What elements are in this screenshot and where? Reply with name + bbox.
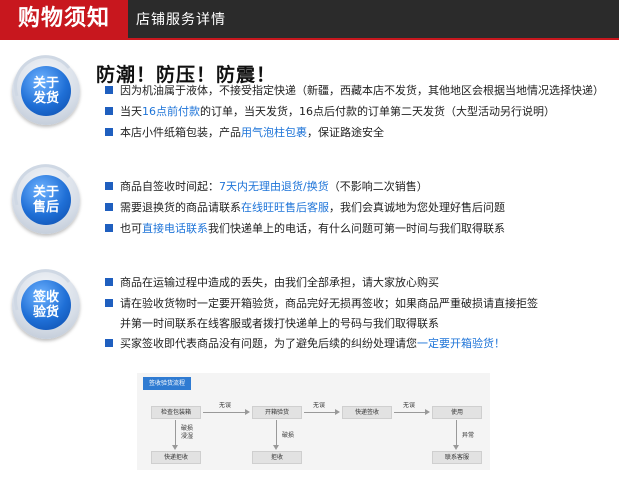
shipping-badge-line2: 发货 (32, 91, 59, 106)
inspection-badge-line1: 签收 (32, 290, 59, 305)
flow-label-abnormal: 异常 (462, 432, 475, 439)
shipping-badge-line1: 关于 (32, 76, 59, 91)
flow-box-open: 开箱验货 (252, 406, 302, 419)
after-sales-badge: 关于 售后 (12, 164, 80, 234)
highlight-text: 用气泡柱包裹 (241, 126, 307, 139)
bullet-icon (105, 182, 113, 190)
after-sales-line-1: 商品自签收时间起：7天内无理由退货/换货（不影响二次销售） (105, 178, 428, 194)
after-sales-badge-line2: 售后 (32, 200, 59, 215)
bullet-icon (105, 203, 113, 211)
after-sales-line-2: 需要退换货的商品请联系在线旺旺售后客服，我们会真诚地为您处理好售后问题 (105, 199, 505, 215)
inspection-badge: 签收 验货 (12, 269, 80, 339)
flow-label-ok-3: 无误 (403, 402, 416, 409)
bullet-icon (105, 128, 113, 136)
flow-arrow (304, 409, 340, 415)
flow-box-check: 检查包装箱 (151, 406, 201, 419)
bullet-icon (105, 224, 113, 232)
highlight-text: 一定要开箱验货！ (417, 337, 505, 350)
flowchart-tag: 签收验货流程 (143, 377, 192, 390)
flow-label-ok-1: 无误 (219, 402, 232, 409)
shipping-badge: 关于 发货 (12, 55, 80, 125)
header-bar: 购物须知 店铺服务详情 (0, 0, 619, 40)
highlight-text: 16点前付款 (142, 105, 200, 118)
flow-label-ok-2: 无误 (313, 402, 326, 409)
flow-arrow (394, 409, 430, 415)
flow-box-sign: 快递签收 (342, 406, 392, 419)
flow-box-courier-reject: 快递拒收 (151, 451, 201, 464)
bullet-icon (105, 86, 113, 94)
flow-label-damaged: 破损 (282, 432, 295, 439)
bullet-icon (105, 339, 113, 347)
shipping-line-2: 当天16点前付款的订单，当天发货，16点后付款的订单第二天发货（大型活动另行说明… (105, 103, 555, 119)
page-subtitle: 店铺服务详情 (136, 12, 226, 28)
bullet-icon (105, 107, 113, 115)
inspection-line-3: 并第一时间联系在线客服或者拨打快递单上的号码与我们取得联系 (120, 317, 439, 330)
bullet-icon (105, 278, 113, 286)
highlight-text: 直接电话联系 (142, 222, 208, 235)
inspection-badge-line2: 验货 (32, 305, 59, 320)
shipping-line-1: 因为机油属于液体，不接受指定快递（新疆，西藏本店不发货，其他地区会根据当地情况选… (105, 82, 604, 98)
highlight-text: 在线旺旺售后客服 (241, 201, 329, 214)
inspection-line-1: 商品在运输过程中造成的丢失，由我们全部承担，请大家放心购买 (105, 274, 439, 290)
inspection-line-2: 请在验收货物时一定要开箱验货，商品完好无损再签收；如果商品严重破损请直接拒签 (105, 295, 538, 311)
inspection-flowchart: 签收验货流程 检查包装箱 开箱验货 快递签收 使用 快递拒收 拒收 联系客服 无… (137, 373, 490, 470)
flow-box-contact: 联系客服 (432, 451, 482, 464)
after-sales-line-3: 也可直接电话联系我们快递单上的电话，有什么问题可第一时间与我们取得联系 (105, 220, 505, 236)
flow-arrow (203, 409, 250, 415)
flow-arrow (453, 420, 459, 450)
flow-arrow (273, 420, 279, 450)
page-title: 购物须知 (0, 0, 128, 38)
flow-box-use: 使用 (432, 406, 482, 419)
flow-label-damaged-wet: 破损 浸湿 (181, 425, 194, 440)
flow-box-reject: 拒收 (252, 451, 302, 464)
after-sales-badge-line1: 关于 (32, 185, 59, 200)
flow-arrow (172, 420, 178, 450)
bullet-icon (105, 299, 113, 307)
highlight-text: 7天内无理由退货/换货 (219, 180, 329, 193)
inspection-line-4: 买家签收即代表商品没有问题，为了避免后续的纠纷处理请您一定要开箱验货！ (105, 335, 505, 351)
shipping-line-3: 本店小件纸箱包装，产品用气泡柱包裹，保证路途安全 (105, 124, 384, 140)
